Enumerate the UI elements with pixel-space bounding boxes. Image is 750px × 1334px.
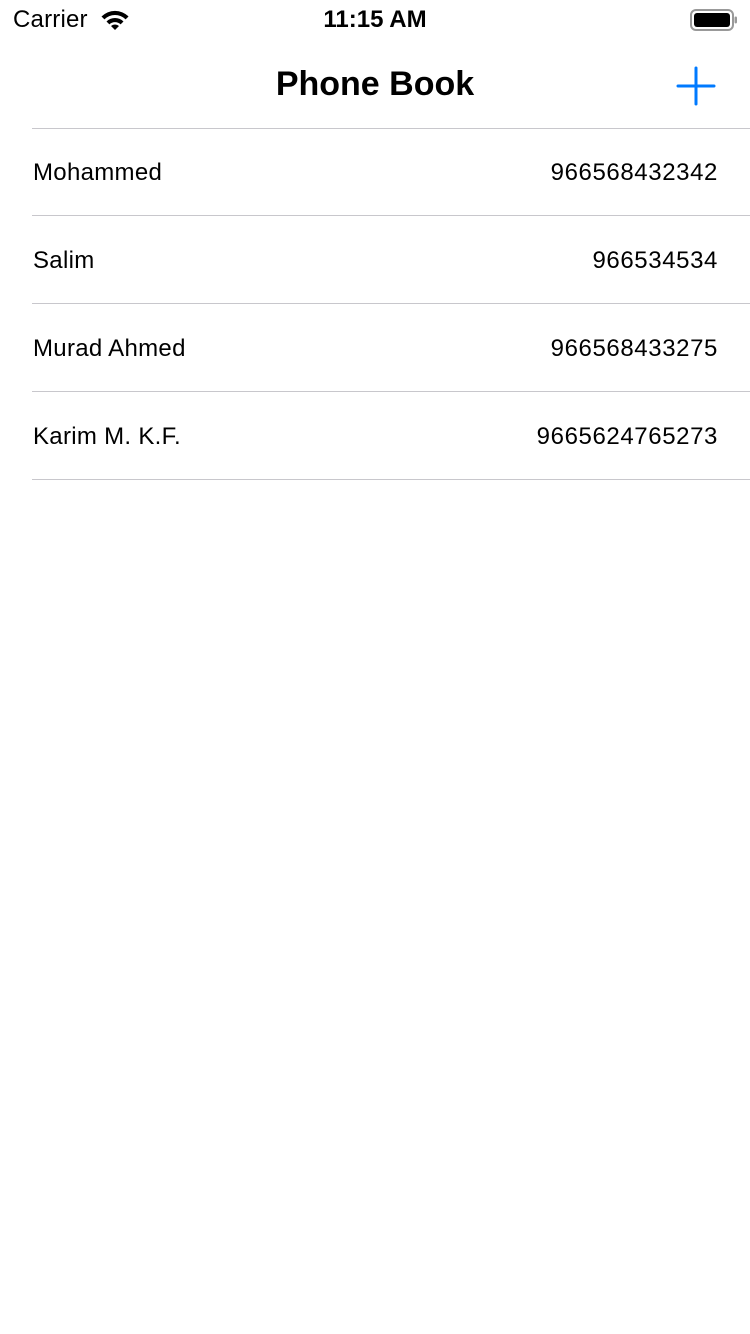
contact-phone: 966568432342 <box>550 159 718 186</box>
add-contact-button[interactable] <box>672 62 720 110</box>
table-row[interactable]: Mohammed 966568432342 <box>0 128 750 216</box>
contacts-table: Mohammed 966568432342 Salim 966534534 Mu… <box>0 128 750 480</box>
table-row[interactable]: Murad Ahmed 966568433275 <box>0 304 750 392</box>
battery-icon <box>690 9 737 31</box>
contact-phone: 966534534 <box>592 247 718 274</box>
plus-icon <box>676 66 716 106</box>
page-title: Phone Book <box>275 65 475 103</box>
contact-phone: 9665624765273 <box>536 423 718 450</box>
contact-phone: 966568433275 <box>550 335 718 362</box>
contact-name: Salim <box>33 247 95 274</box>
table-row[interactable]: Salim 966534534 <box>0 216 750 304</box>
status-time: 11:15 AM <box>323 6 427 33</box>
contact-name: Mohammed <box>33 159 163 186</box>
contact-name: Karim M. K.F. <box>33 423 181 450</box>
contact-name: Murad Ahmed <box>33 335 186 362</box>
divider <box>32 479 750 480</box>
status-bar: Carrier 11:15 AM <box>0 0 750 40</box>
table-row[interactable]: Karim M. K.F. 9665624765273 <box>0 392 750 480</box>
